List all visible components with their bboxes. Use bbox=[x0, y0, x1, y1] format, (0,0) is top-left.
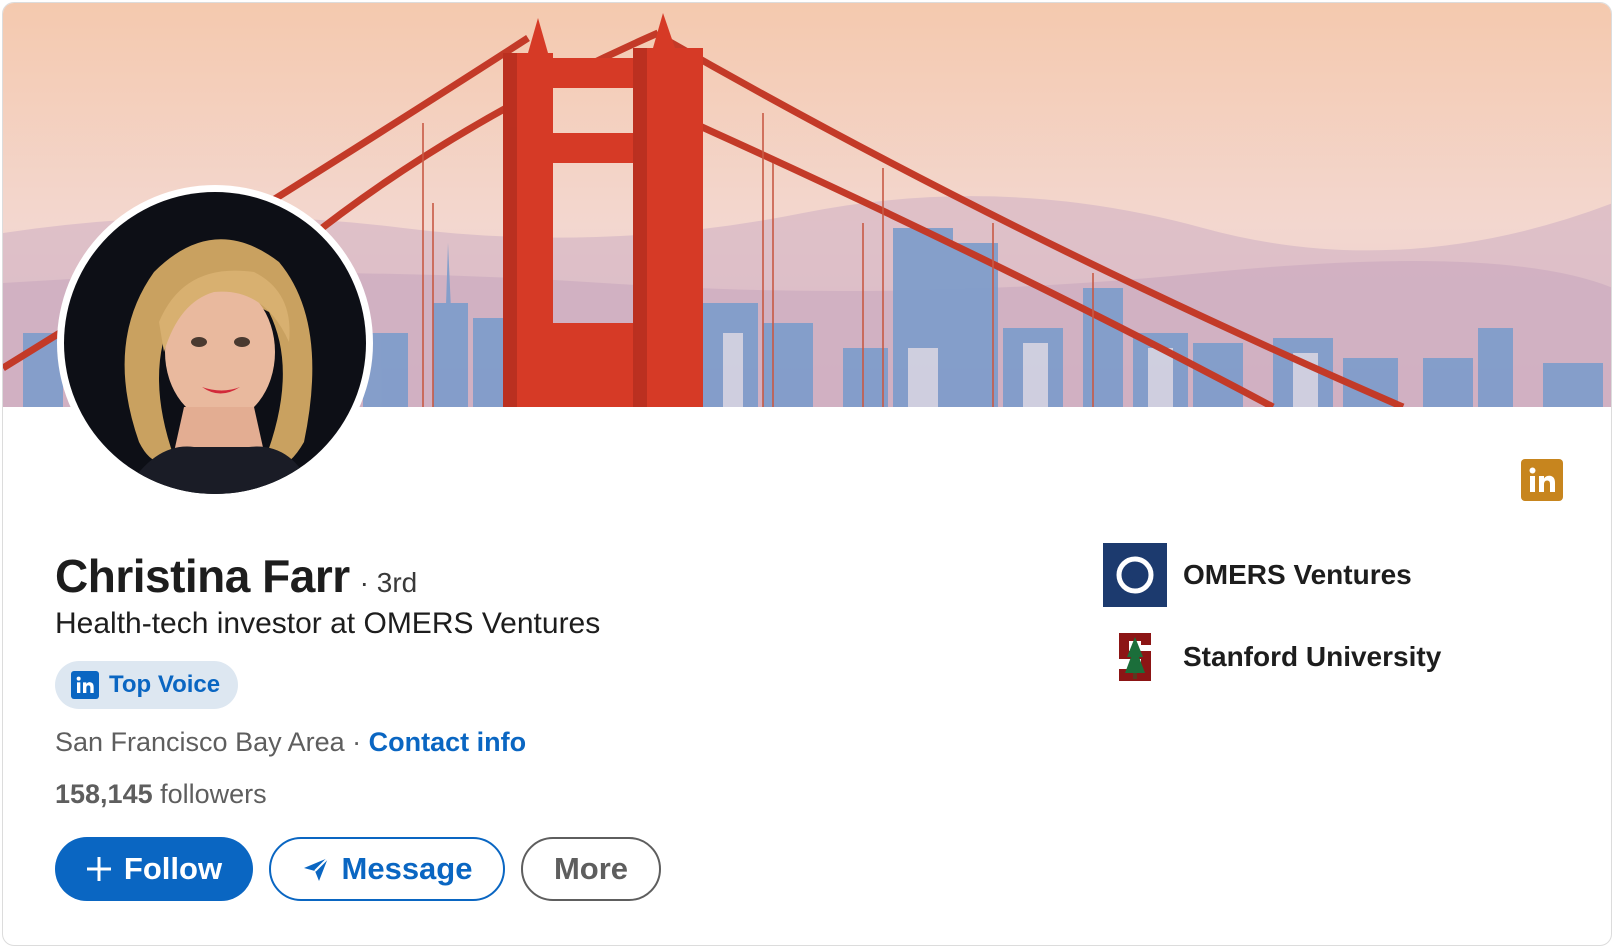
org-omers-ventures[interactable]: OMERS Ventures bbox=[1103, 543, 1412, 607]
contact-info-link[interactable]: Contact info bbox=[369, 727, 526, 757]
followers-count[interactable]: 158,145 followers bbox=[55, 779, 267, 810]
name-row: Christina Farr · 3rd bbox=[55, 549, 417, 603]
more-button[interactable]: More bbox=[521, 837, 661, 901]
followers-label: followers bbox=[152, 779, 267, 809]
paper-plane-icon bbox=[302, 855, 330, 883]
message-label: Message bbox=[341, 851, 473, 886]
profile-headline: Health-tech investor at OMERS Ventures bbox=[55, 607, 601, 640]
org-name: OMERS Ventures bbox=[1183, 559, 1412, 590]
linkedin-icon[interactable] bbox=[1521, 459, 1563, 501]
follow-label: Follow bbox=[123, 851, 223, 886]
profile-photo[interactable] bbox=[57, 185, 373, 501]
org-name: Stanford University bbox=[1183, 641, 1442, 672]
follow-button[interactable]: Follow bbox=[55, 837, 253, 901]
location-separator: · bbox=[344, 727, 369, 757]
followers-number: 158,145 bbox=[55, 779, 153, 809]
connection-degree: · 3rd bbox=[359, 567, 418, 598]
omers-logo bbox=[1103, 543, 1167, 607]
location-text: San Francisco Bay Area bbox=[55, 727, 345, 757]
profile-name: Christina Farr bbox=[55, 550, 350, 602]
plus-icon bbox=[86, 856, 112, 882]
top-voice-badge[interactable]: Top Voice bbox=[55, 661, 239, 709]
profile-card: Christina Farr · 3rd Health-tech investo… bbox=[2, 2, 1612, 946]
org-stanford-university[interactable]: Stanford University bbox=[1103, 625, 1441, 689]
message-button[interactable]: Message bbox=[269, 837, 505, 901]
more-label: More bbox=[553, 851, 629, 886]
linkedin-icon bbox=[71, 671, 99, 699]
stanford-logo bbox=[1103, 625, 1167, 689]
location-row: San Francisco Bay Area · Contact info bbox=[55, 727, 526, 758]
top-voice-label: Top Voice bbox=[109, 671, 221, 698]
